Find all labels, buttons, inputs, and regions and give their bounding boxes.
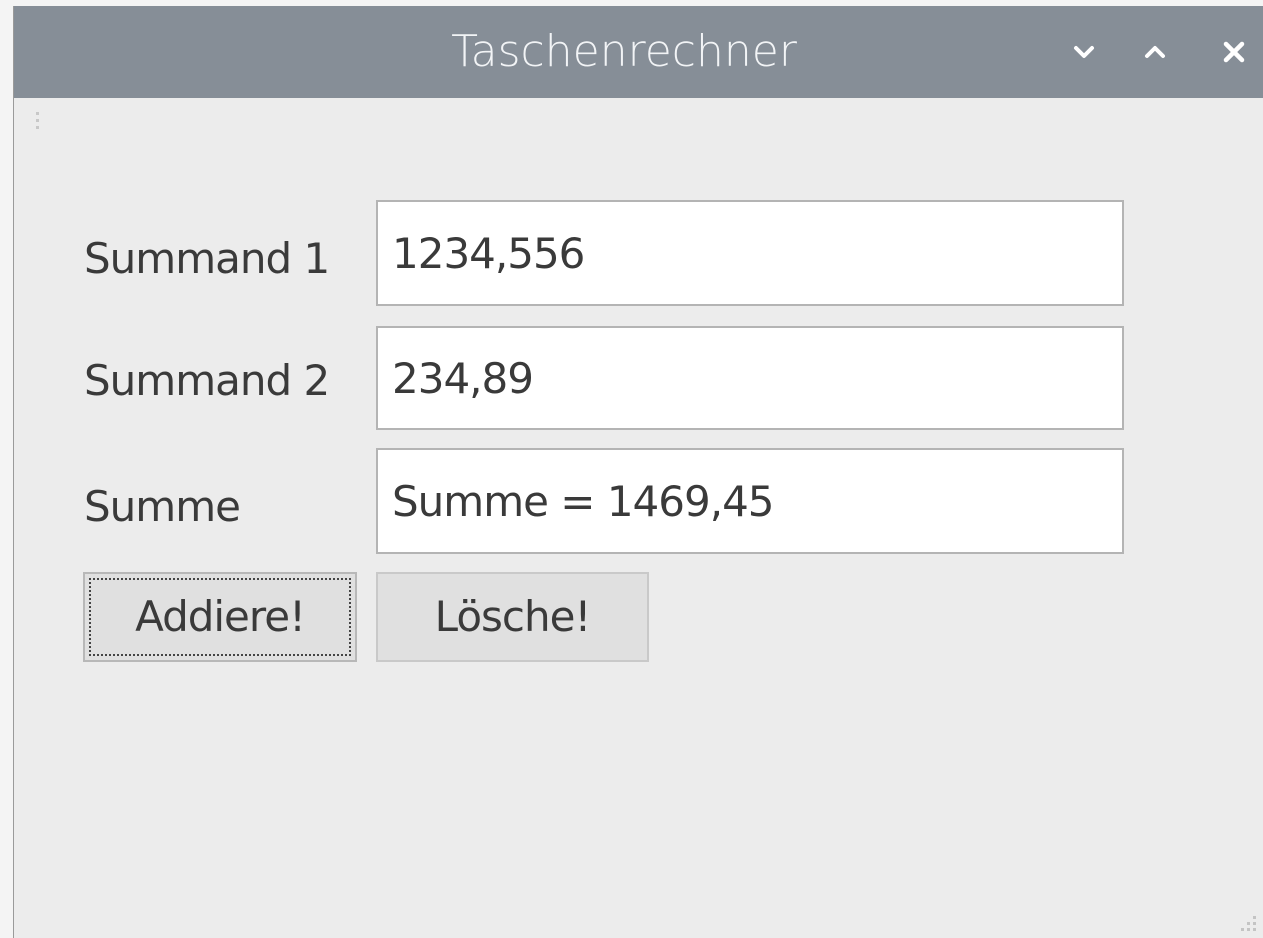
summand2-input[interactable] <box>376 326 1124 430</box>
sum-output-field[interactable] <box>376 448 1124 554</box>
chevron-up-icon <box>1145 46 1165 58</box>
add-button-label: Addiere! <box>135 592 306 641</box>
resize-grip-icon[interactable] <box>1241 916 1257 932</box>
minimize-button[interactable] <box>1064 32 1104 72</box>
clear-button[interactable]: Lösche! <box>376 572 649 662</box>
window-title: Taschenrechner <box>451 26 797 77</box>
sum-label: Summe <box>84 482 241 531</box>
summand1-label: Summand 1 <box>84 234 330 283</box>
close-icon <box>1223 41 1245 63</box>
add-button[interactable]: Addiere! <box>83 572 357 662</box>
close-button[interactable] <box>1214 32 1254 72</box>
toolbar-grip-icon <box>36 112 40 130</box>
clear-button-label: Lösche! <box>434 592 592 641</box>
calculator-window: Taschenrechner Summand 1 Summand 2 Summe… <box>13 6 1263 938</box>
chevron-down-icon <box>1074 46 1094 58</box>
maximize-button[interactable] <box>1135 32 1175 72</box>
summand1-input[interactable] <box>376 200 1124 306</box>
title-bar[interactable]: Taschenrechner <box>14 6 1263 98</box>
summand2-label: Summand 2 <box>84 356 330 405</box>
